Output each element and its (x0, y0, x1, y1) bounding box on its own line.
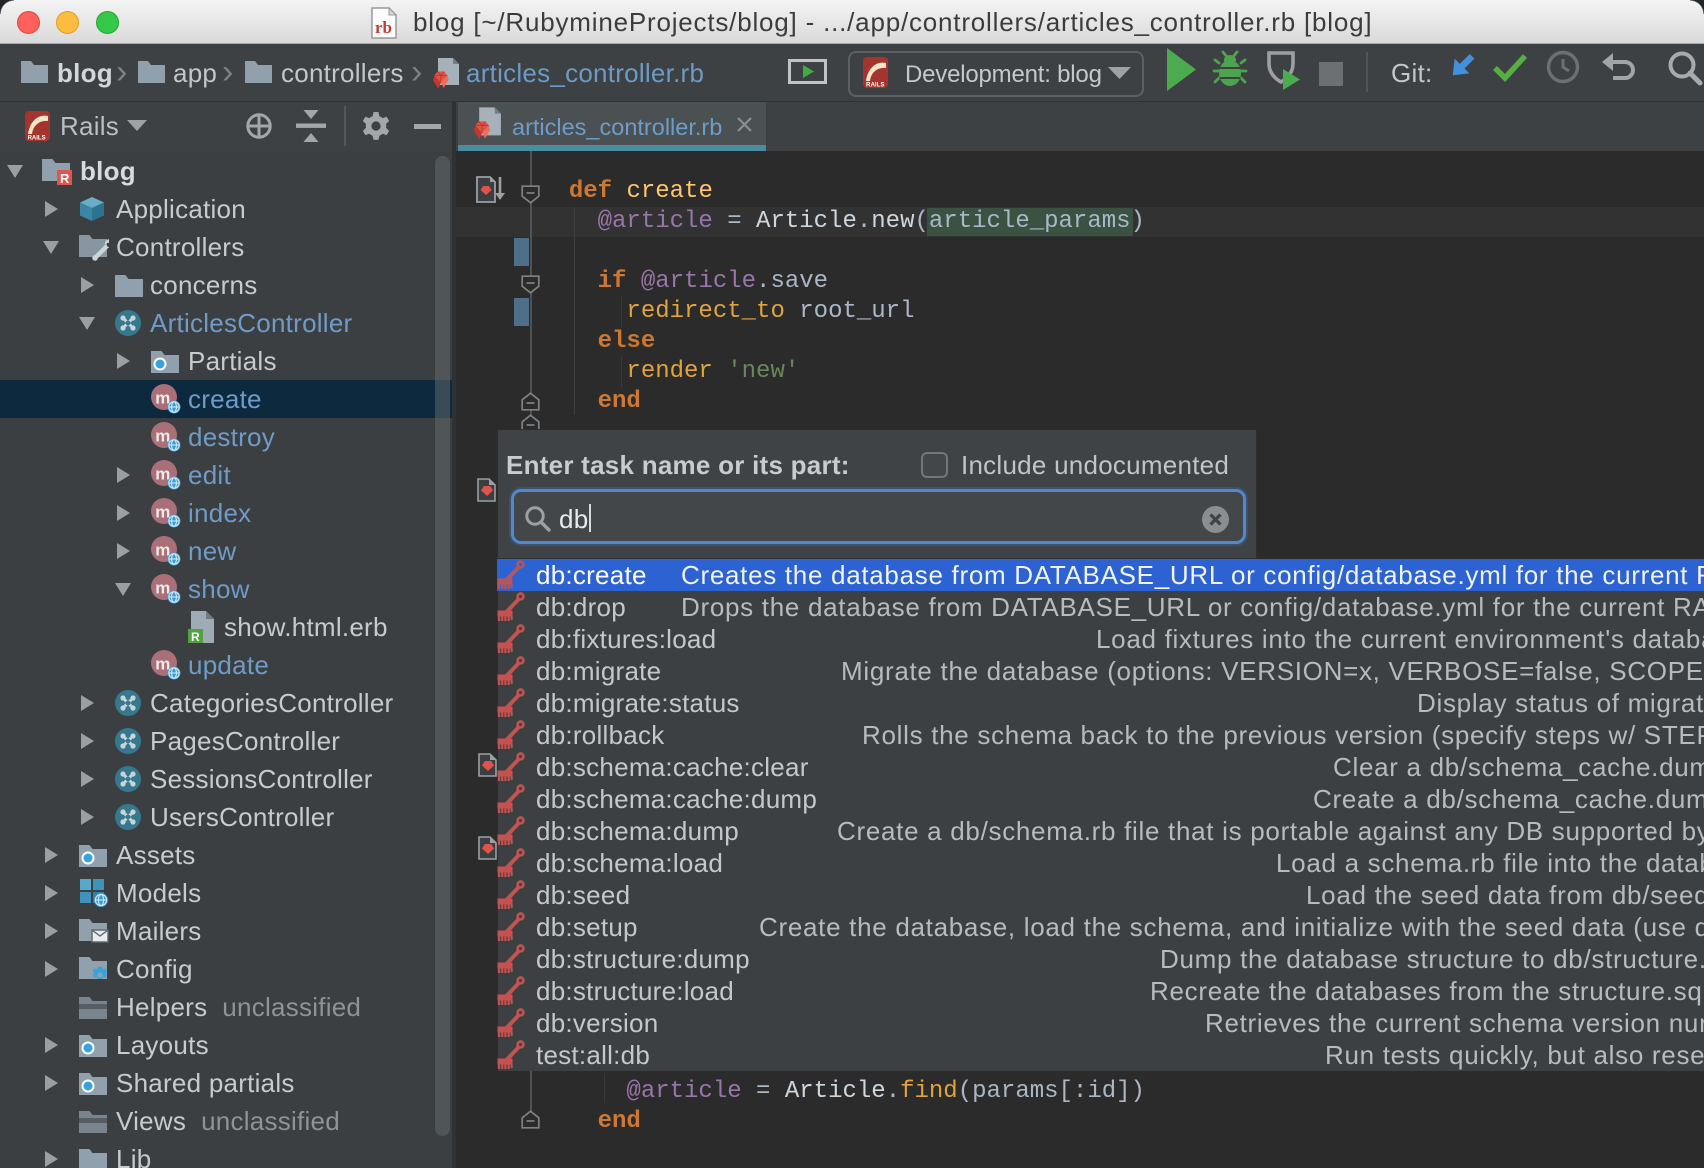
svg-text:rb: rb (375, 18, 392, 37)
svg-text:RAILS: RAILS (28, 136, 46, 142)
svg-text:RAILS: RAILS (866, 82, 885, 89)
